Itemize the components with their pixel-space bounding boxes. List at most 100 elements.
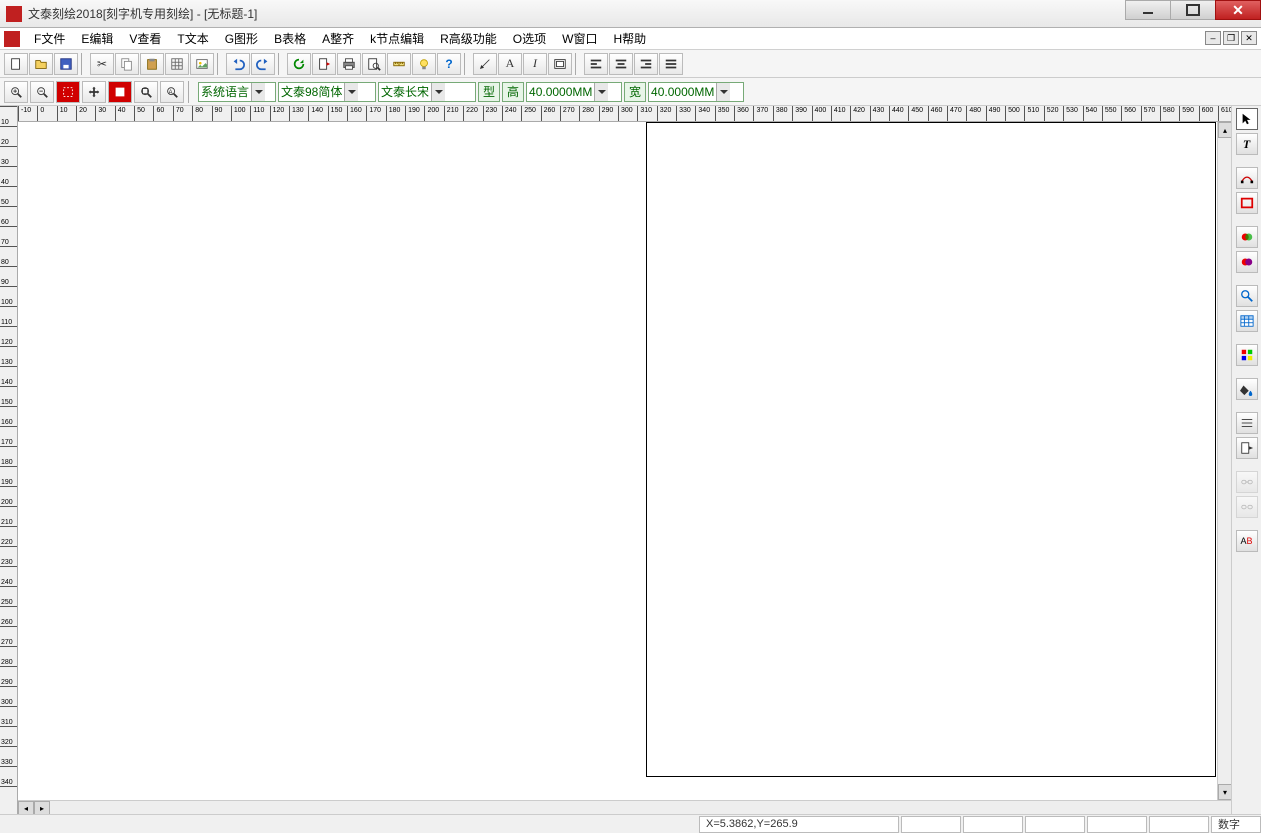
font-family-value: 文泰98简体 bbox=[281, 83, 342, 100]
close-button[interactable] bbox=[1215, 0, 1261, 20]
unlink-tool[interactable] bbox=[1236, 496, 1258, 518]
align-left-button[interactable] bbox=[584, 53, 608, 75]
text-tool[interactable]: T bbox=[1236, 133, 1258, 155]
menu-align[interactable]: A整齐 bbox=[314, 28, 362, 49]
copy-button[interactable] bbox=[115, 53, 139, 75]
menu-node[interactable]: k节点编辑 bbox=[362, 28, 432, 49]
menu-help[interactable]: H帮助 bbox=[605, 28, 654, 49]
standard-toolbar: ✂ ? A I bbox=[0, 50, 1261, 78]
paste-button[interactable] bbox=[140, 53, 164, 75]
align-center-button[interactable] bbox=[609, 53, 633, 75]
print-button[interactable] bbox=[337, 53, 361, 75]
font-box-button[interactable]: A bbox=[498, 53, 522, 75]
scroll-up-button[interactable]: ▴ bbox=[1218, 122, 1231, 138]
status-pane-1 bbox=[901, 816, 961, 833]
zoom-region-button[interactable] bbox=[56, 81, 80, 103]
bucket-tool[interactable] bbox=[1236, 378, 1258, 400]
work-area: -100102030405060708090100110120130140150… bbox=[18, 106, 1231, 814]
menu-options[interactable]: O选项 bbox=[505, 28, 554, 49]
vertical-scrollbar[interactable]: ▴ ▾ bbox=[1217, 122, 1231, 800]
scroll-left-button[interactable]: ◂ bbox=[18, 801, 34, 814]
zoom-fit-button[interactable] bbox=[108, 81, 132, 103]
menu-view[interactable]: V查看 bbox=[121, 28, 169, 49]
new-button[interactable] bbox=[4, 53, 28, 75]
scroll-right-button[interactable]: ▸ bbox=[34, 801, 50, 814]
menu-graphics[interactable]: G图形 bbox=[217, 28, 266, 49]
dropdown-arrow-icon bbox=[431, 83, 445, 101]
menu-file[interactable]: F文件 bbox=[26, 28, 73, 49]
font-style-value: 文泰长宋 bbox=[381, 83, 429, 100]
toolbar-separator bbox=[217, 53, 223, 75]
width-combo[interactable]: 40.0000MM bbox=[648, 82, 744, 102]
align-justify-button[interactable] bbox=[659, 53, 683, 75]
language-combo[interactable]: 系统语言 bbox=[198, 82, 276, 102]
font-style-combo[interactable]: 文泰长宋 bbox=[378, 82, 476, 102]
envelope-button[interactable] bbox=[548, 53, 572, 75]
zoom-page-button[interactable] bbox=[134, 81, 158, 103]
toolbar-separator bbox=[81, 53, 87, 75]
ab-tool[interactable]: AB bbox=[1236, 530, 1258, 552]
mdi-close-button[interactable]: ✕ bbox=[1241, 31, 1257, 45]
pan-button[interactable] bbox=[82, 81, 106, 103]
precision-button[interactable] bbox=[473, 53, 497, 75]
mdi-minimize-button[interactable]: ‒ bbox=[1205, 31, 1221, 45]
horizontal-scrollbar[interactable]: ◂ ▸ bbox=[18, 800, 1231, 814]
lines-tool[interactable] bbox=[1236, 412, 1258, 434]
canvas[interactable] bbox=[18, 122, 1231, 800]
width-value: 40.0000MM bbox=[651, 85, 714, 99]
rectangle-tool[interactable] bbox=[1236, 192, 1258, 214]
italic-button[interactable]: I bbox=[523, 53, 547, 75]
grid-button[interactable] bbox=[165, 53, 189, 75]
dropdown-arrow-icon bbox=[716, 83, 730, 101]
height-combo[interactable]: 40.0000MM bbox=[526, 82, 622, 102]
menu-table[interactable]: B表格 bbox=[266, 28, 314, 49]
toolbar-separator bbox=[278, 53, 284, 75]
menu-advanced[interactable]: R高级功能 bbox=[432, 28, 505, 49]
menu-edit[interactable]: E编辑 bbox=[73, 28, 121, 49]
dropdown-arrow-icon bbox=[251, 83, 265, 101]
image-button[interactable] bbox=[190, 53, 214, 75]
zoom-in-button[interactable] bbox=[4, 81, 28, 103]
menu-window[interactable]: W窗口 bbox=[554, 28, 605, 49]
preview-button[interactable] bbox=[362, 53, 386, 75]
refresh-button[interactable] bbox=[287, 53, 311, 75]
cut-button[interactable]: ✂ bbox=[90, 53, 114, 75]
output-button[interactable] bbox=[312, 53, 336, 75]
redo-button[interactable] bbox=[251, 53, 275, 75]
dropdown-arrow-icon bbox=[594, 83, 608, 101]
align-right-button[interactable] bbox=[634, 53, 658, 75]
table-tool[interactable] bbox=[1236, 310, 1258, 332]
save-button[interactable] bbox=[54, 53, 78, 75]
ruler-button[interactable] bbox=[387, 53, 411, 75]
fill-tool[interactable] bbox=[1236, 226, 1258, 248]
doc-icon bbox=[4, 31, 20, 47]
color-tool[interactable] bbox=[1236, 344, 1258, 366]
maximize-button[interactable] bbox=[1170, 0, 1216, 20]
numlock-label: 数字 bbox=[1218, 816, 1240, 832]
status-bar: X=5.3862,Y=265.9 数字 bbox=[0, 814, 1261, 833]
gradient-tool[interactable] bbox=[1236, 251, 1258, 273]
width-label: 宽 bbox=[624, 82, 646, 102]
toolbar-separator bbox=[575, 53, 581, 75]
node-tool[interactable] bbox=[1236, 167, 1258, 189]
undo-button[interactable] bbox=[226, 53, 250, 75]
open-button[interactable] bbox=[29, 53, 53, 75]
bulb-button[interactable] bbox=[412, 53, 436, 75]
zoom-all-button[interactable]: A bbox=[160, 81, 184, 103]
mdi-restore-button[interactable]: ❐ bbox=[1223, 31, 1239, 45]
help-button[interactable]: ? bbox=[437, 53, 461, 75]
zoom-tool[interactable] bbox=[1236, 285, 1258, 307]
mdi-controls: ‒ ❐ ✕ bbox=[1205, 31, 1257, 45]
title-bar: 文泰刻绘2018[刻字机专用刻绘] - [无标题-1] bbox=[0, 0, 1261, 28]
menu-text[interactable]: T文本 bbox=[169, 28, 216, 49]
app-icon bbox=[6, 6, 22, 22]
scroll-down-button[interactable]: ▾ bbox=[1218, 784, 1231, 800]
font-family-combo[interactable]: 文泰98简体 bbox=[278, 82, 376, 102]
zoom-out-button[interactable] bbox=[30, 81, 54, 103]
status-pane-2 bbox=[963, 816, 1023, 833]
height-value: 40.0000MM bbox=[529, 85, 592, 99]
link-tool[interactable] bbox=[1236, 471, 1258, 493]
minimize-button[interactable] bbox=[1125, 0, 1171, 20]
export-tool[interactable] bbox=[1236, 437, 1258, 459]
pointer-tool[interactable] bbox=[1236, 108, 1258, 130]
